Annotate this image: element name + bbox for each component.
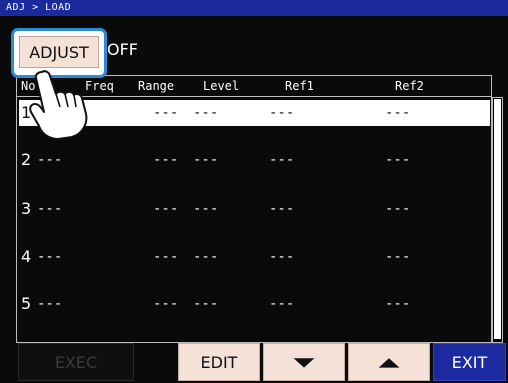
ref2-cell: ---: [385, 201, 411, 217]
freq-cell: ---: [37, 152, 63, 168]
ref1-cell: ---: [269, 152, 295, 168]
row-number: 5: [21, 294, 32, 313]
ref1-cell: ---: [269, 296, 295, 312]
table-scrollbar[interactable]: [492, 97, 503, 343]
freq-cell: ---: [37, 201, 63, 217]
freq-cell: ---: [37, 249, 63, 265]
range-cell: ---: [153, 201, 179, 217]
ref1-cell: ---: [269, 201, 295, 217]
up-triangle-icon: [378, 358, 400, 368]
edit-button[interactable]: EDIT: [178, 343, 260, 381]
exec-button: EXEC: [18, 343, 134, 381]
header-level: Level: [203, 79, 240, 93]
level-cell: ---: [193, 201, 219, 217]
breadcrumb: ADJ > LOAD: [6, 2, 72, 13]
level-cell: ---: [193, 152, 219, 168]
range-cell: ---: [153, 249, 179, 265]
level-cell: ---: [193, 105, 219, 121]
ref1-cell: ---: [269, 105, 295, 121]
bottom-button-bar: EXEC EDIT EXIT: [0, 343, 508, 383]
ref1-cell: ---: [269, 249, 295, 265]
level-cell: ---: [193, 296, 219, 312]
ref2-cell: ---: [385, 296, 411, 312]
level-cell: ---: [193, 249, 219, 265]
header-ref2: Ref2: [395, 79, 424, 93]
scrollbar-thumb[interactable]: [494, 99, 501, 339]
ref2-cell: ---: [385, 152, 411, 168]
header-ref1: Ref1: [285, 79, 314, 93]
table-row[interactable]: 5 --- --- --- --- ---: [19, 291, 490, 317]
range-cell: ---: [153, 296, 179, 312]
title-bar: ADJ > LOAD: [0, 0, 508, 16]
header-range: Range: [138, 79, 175, 93]
range-cell: ---: [153, 105, 179, 121]
freq-cell: ---: [37, 296, 63, 312]
adjust-button[interactable]: ADJUST: [19, 36, 99, 68]
pointing-hand-icon: [29, 70, 88, 140]
ref2-cell: ---: [385, 249, 411, 265]
adjust-button-label: ADJUST: [29, 43, 89, 62]
scroll-up-button[interactable]: [348, 343, 430, 381]
scroll-down-button[interactable]: [263, 343, 345, 381]
exit-button[interactable]: EXIT: [433, 343, 506, 381]
exit-button-label: EXIT: [451, 353, 488, 372]
adjust-state: OFF: [107, 40, 138, 59]
exec-button-label: EXEC: [54, 353, 98, 372]
table-row[interactable]: 2 --- --- --- --- ---: [19, 147, 490, 173]
table-row[interactable]: 4 --- --- --- --- ---: [19, 244, 490, 270]
screen: ADJ > LOAD No. Freq Range Level Ref1 Ref…: [0, 0, 508, 383]
down-triangle-icon: [293, 358, 315, 368]
edit-button-label: EDIT: [200, 353, 238, 372]
row-number: 4: [21, 247, 32, 266]
row-number: 2: [21, 150, 32, 169]
table-row[interactable]: 3 --- --- --- --- ---: [19, 196, 490, 222]
row-number: 3: [21, 199, 32, 218]
range-cell: ---: [153, 152, 179, 168]
ref2-cell: ---: [385, 105, 411, 121]
